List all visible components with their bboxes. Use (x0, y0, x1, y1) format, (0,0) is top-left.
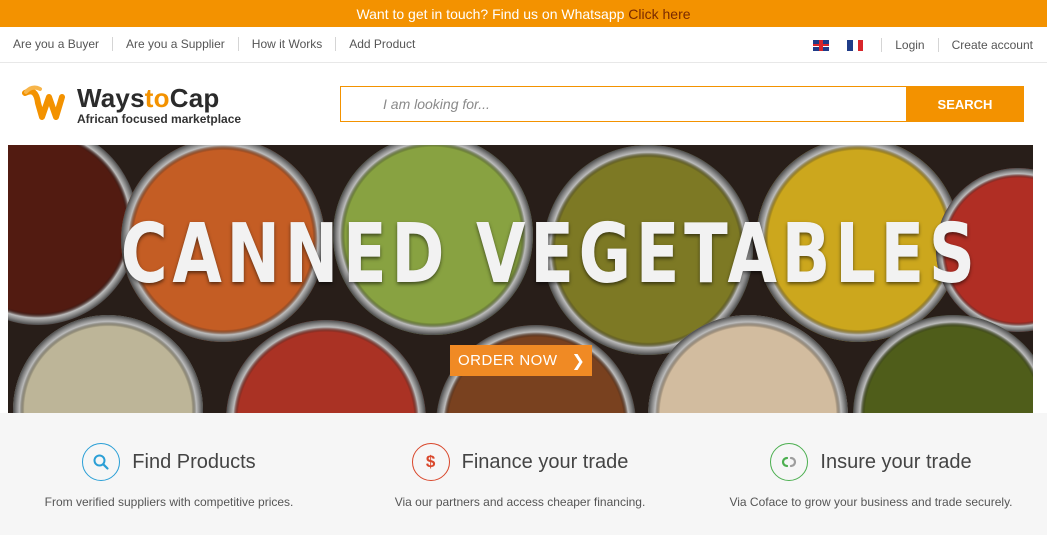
feature-title: Find Products (132, 450, 256, 473)
link-icon (770, 443, 809, 481)
hero-headline: CANNED VEGETABLES (120, 207, 980, 302)
fr-flag-icon[interactable] (847, 39, 864, 51)
hero-banner[interactable]: CANNED VEGETABLES ORDER NOW ❯ (8, 145, 1033, 413)
site-logo[interactable]: WaystoCap African focused marketplace (22, 83, 241, 127)
feature-insure-trade[interactable]: Insure your trade Via Coface to grow you… (727, 443, 1015, 509)
logo-tagline: African focused marketplace (77, 111, 242, 126)
uk-flag-icon[interactable] (813, 39, 830, 51)
audience-links: Are you a Buyer Are you a Supplier How i… (13, 37, 441, 51)
wtc-logo-icon (22, 85, 65, 120)
order-now-label: ORDER NOW (458, 352, 558, 369)
feature-title: Finance your trade (461, 450, 629, 473)
dollar-icon: $ (411, 443, 450, 481)
order-now-button[interactable]: ORDER NOW ❯ (450, 345, 592, 376)
nav-buyer[interactable]: Are you a Buyer (13, 37, 114, 51)
feature-description: Via Coface to grow your business and tra… (729, 495, 1013, 509)
login-link[interactable]: Login (881, 38, 937, 52)
feature-description: From verified suppliers with competitive… (44, 495, 294, 509)
account-links: Login Create account (813, 38, 1033, 52)
site-header: WaystoCap African focused marketplace SE… (0, 63, 1047, 143)
search-input[interactable] (340, 86, 906, 122)
nav-supplier[interactable]: Are you a Supplier (126, 37, 239, 51)
features-section: Find Products From verified suppliers wi… (0, 413, 1047, 535)
feature-finance-trade[interactable]: $ Finance your trade Via our partners an… (393, 443, 647, 509)
logo-wordmark: WaystoCap (77, 82, 220, 113)
search-button[interactable]: SEARCH (906, 86, 1024, 122)
nav-how-it-works[interactable]: How it Works (252, 37, 337, 51)
feature-description: Via our partners and access cheaper fina… (394, 495, 646, 509)
feature-title: Insure your trade (820, 450, 972, 473)
chevron-right-icon: ❯ (571, 352, 586, 370)
nav-add-product[interactable]: Add Product (349, 37, 428, 51)
banner-text: Want to get in touch? Find us on Whatsap… (356, 6, 629, 22)
search-bar: SEARCH (340, 86, 1024, 122)
feature-find-products[interactable]: Find Products From verified suppliers wi… (40, 443, 298, 509)
create-account-link[interactable]: Create account (937, 38, 1033, 52)
whatsapp-banner: Want to get in touch? Find us on Whatsap… (0, 0, 1047, 27)
click-here-link[interactable]: Click here (628, 6, 690, 22)
secondary-nav: Are you a Buyer Are you a Supplier How i… (0, 27, 1047, 63)
search-icon (82, 443, 121, 481)
